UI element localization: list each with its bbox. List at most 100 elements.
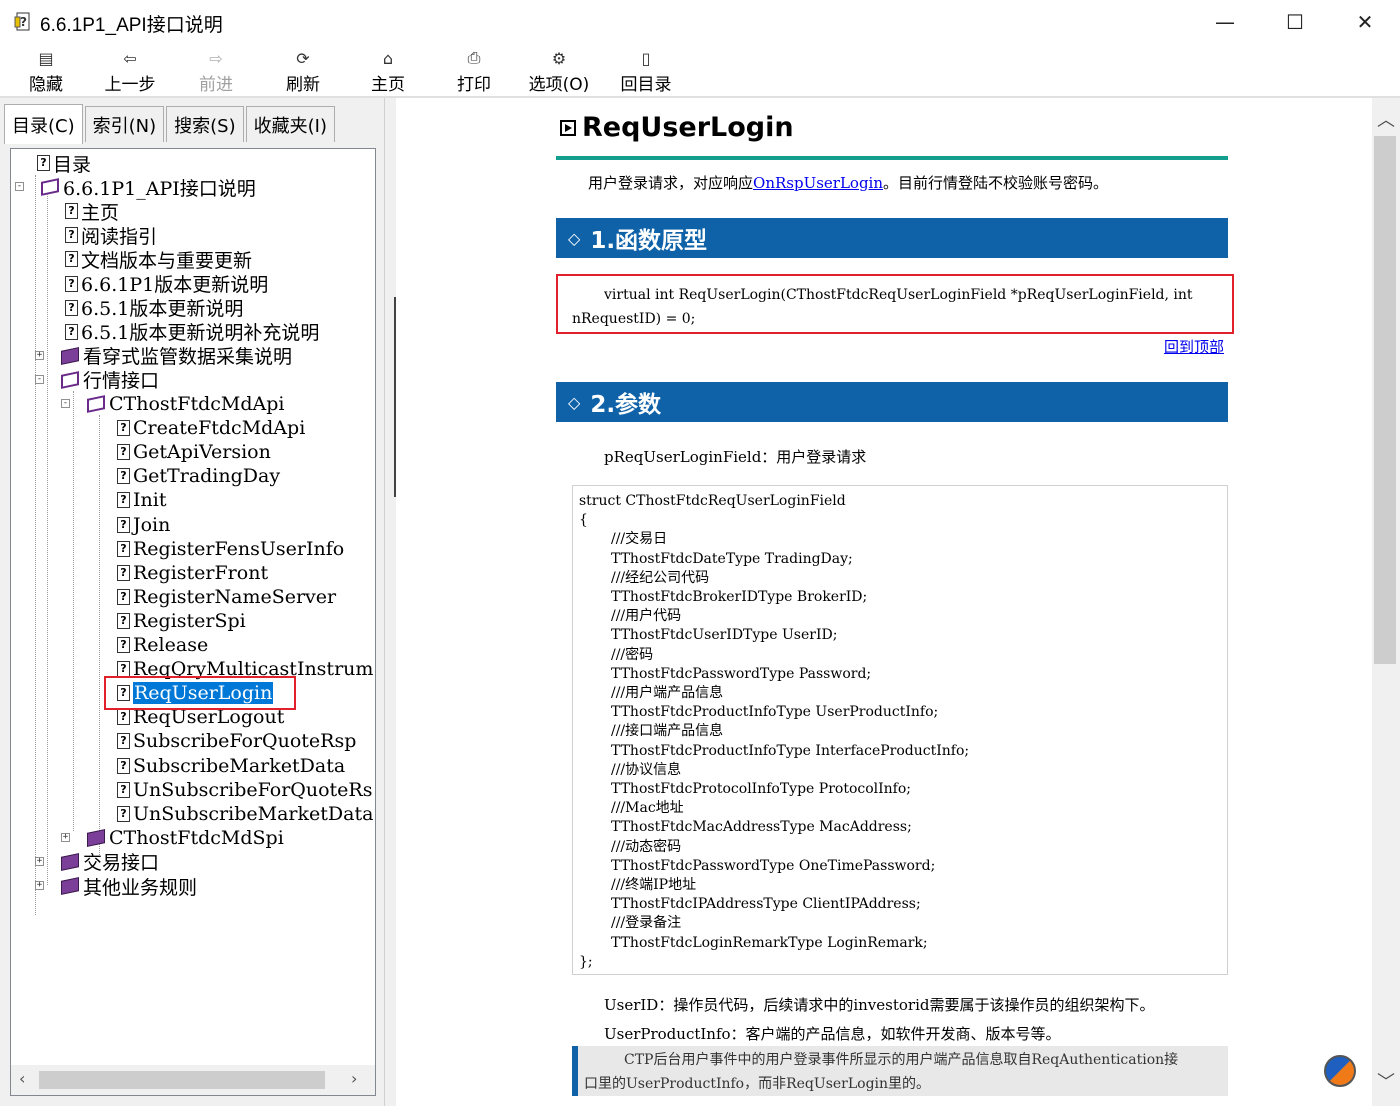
tree-item[interactable]: ? 文档版本与重要更新 [65, 247, 252, 272]
tree-item[interactable]: 看穿式监管数据采集说明 [61, 344, 292, 368]
topic-expand-icon [560, 119, 576, 136]
hide-button[interactable]: ▤ 隐藏 [26, 48, 66, 96]
collapse-icon[interactable]: - [35, 374, 44, 384]
minimize-button[interactable]: — [1190, 0, 1260, 44]
options-button[interactable]: ⚙ 选项(O) [526, 48, 592, 96]
options-icon: ⚙ [551, 48, 567, 68]
expand-icon[interactable]: + [35, 881, 44, 890]
tree-item[interactable]: ? 6.5.1版本更新说明 [65, 296, 243, 320]
help-page-icon: ? [65, 251, 78, 268]
book-open-icon [61, 370, 79, 389]
tree-item-label: UnSubscribeMarketData [133, 802, 373, 825]
note-block: CTP后台用户事件中的用户登录事件所显示的用户端产品信息取自ReqAuthent… [572, 1046, 1228, 1096]
tree-item[interactable]: ? 主页 [65, 199, 119, 224]
tree-item[interactable]: ? CreateFtdcMdApi [117, 416, 305, 440]
tree-item[interactable]: ? RegisterFensUserInfo [117, 537, 344, 561]
tree-view[interactable]: ? 目录 -6.6.1P1_API接口说明? 主页? 阅读指引? 文档版本与重要更新? 6.… [11, 149, 373, 1063]
window-title: 6.6.1P1_API接口说明 [40, 15, 223, 36]
tab-favorites[interactable]: 收藏夹(I) [245, 106, 335, 142]
scroll-down-icon[interactable]: ﹀ [1377, 1068, 1395, 1094]
tree-item[interactable]: ? GetApiVersion [117, 440, 271, 464]
tree-item-label: SubscribeMarketData [133, 754, 346, 777]
expand-icon[interactable]: + [35, 350, 44, 360]
tree-item[interactable]: ? RegisterSpi [117, 609, 246, 633]
tree-connector [99, 415, 100, 855]
tree-item[interactable]: ? UnSubscribeForQuoteRsp [117, 778, 373, 802]
forward-button[interactable]: ⇨ 前进 [196, 48, 236, 96]
pane-splitter[interactable] [384, 98, 396, 1106]
code-line: ///交易日 [611, 531, 668, 548]
scroll-right-icon[interactable]: › [351, 1069, 357, 1088]
collapse-icon[interactable]: - [15, 182, 24, 192]
userproductinfo-description: UserProductInfo：客户端的产品信息，如软件开发商、版本号等。 [604, 1025, 1061, 1043]
maximize-button[interactable]: ☐ [1260, 0, 1330, 44]
code-line: ///协议信息 [611, 761, 682, 778]
tree-item[interactable]: 其他业务规则 [61, 874, 197, 899]
tray-app-icon[interactable] [1324, 1055, 1356, 1087]
tree-item[interactable]: ? Join [117, 513, 170, 537]
tree-item[interactable]: CThostFtdcMdSpi [87, 826, 284, 850]
tree-item-label: RegisterNameServer [133, 585, 337, 608]
tree-item[interactable]: ? Release [117, 633, 208, 657]
home-button[interactable]: ⌂ 主页 [368, 48, 408, 96]
tree-connector [35, 175, 36, 915]
tree-item[interactable]: ? 6.5.1版本更新说明补充说明 [65, 320, 319, 344]
diamond-icon: ◇ [568, 228, 581, 248]
tree-item[interactable]: ? UnSubscribeMarketData [117, 802, 373, 826]
tree-item[interactable]: ? 阅读指引 [65, 223, 157, 248]
tree-item[interactable]: 行情接口 [61, 368, 159, 392]
tab-index[interactable]: 索引(N) [84, 106, 165, 142]
help-page-icon: ? [117, 805, 130, 822]
close-icon: ✕ [1356, 10, 1374, 34]
refresh-button[interactable]: ⟳ 刷新 [283, 48, 323, 96]
tree-item-label: CreateFtdcMdApi [133, 417, 306, 440]
scroll-thumb[interactable] [1374, 136, 1396, 664]
help-page-icon: ? [117, 420, 130, 437]
code-line: ///密码 [611, 646, 654, 663]
back-button[interactable]: ⇦ 上一步 [102, 48, 158, 96]
tree-item[interactable]: ? SubscribeMarketData [117, 754, 345, 778]
scroll-left-icon[interactable]: ‹ [19, 1069, 25, 1088]
code-line: TThostFtdcPasswordType Password; [611, 665, 872, 682]
struct-code-block: struct CThostFtdcReqUserLoginField {///交易… [572, 485, 1228, 975]
toc-return-button[interactable]: ▯ 回目录 [618, 48, 674, 96]
code-line: TThostFtdcProductInfoType UserProductInf… [611, 704, 939, 721]
tree-item-api-doc[interactable]: 6.6.1P1_API接口说明 [41, 175, 256, 200]
collapse-icon[interactable]: - [61, 399, 70, 408]
tree-item[interactable]: CThostFtdcMdApi [87, 392, 284, 416]
home-icon: ⌂ [382, 48, 394, 68]
tree-item[interactable]: ? RegisterNameServer [117, 585, 336, 609]
tree-item-label: RegisterSpi [133, 609, 246, 632]
book-closed-icon [61, 852, 79, 871]
intro-text: 用户登录请求，对应响应OnRspUserLogin。目前行情登陆不校验账号密码。 [588, 174, 1109, 192]
expand-icon[interactable]: + [35, 856, 44, 866]
tree-connector [47, 187, 48, 885]
print-button[interactable]: ⎙ 打印 [454, 48, 494, 96]
tree-item[interactable]: ? RegisterFront [117, 561, 268, 585]
printer-icon: ⎙ [467, 48, 481, 67]
code-line: TThostFtdcMacAddressType MacAddress; [611, 819, 912, 836]
tree-item-contents[interactable]: ? 目录 [37, 151, 91, 176]
tree-item[interactable]: 交易接口 [61, 850, 159, 874]
expand-icon[interactable]: + [61, 832, 70, 842]
onrspuserlogin-link[interactable]: OnRspUserLogin [753, 174, 883, 192]
tree-item-label: UnSubscribeForQuoteRsp [133, 778, 373, 801]
close-button[interactable]: ✕ [1330, 0, 1400, 44]
tree-item[interactable]: ? SubscribeForQuoteRsp [117, 729, 356, 753]
tree-item[interactable]: ? 6.6.1P1版本更新说明 [65, 272, 268, 296]
help-page-icon: ? [117, 757, 130, 774]
code-line: TThostFtdcUserIDType UserID; [611, 627, 838, 644]
vertical-scrollbar[interactable]: ︿ ﹀ [1372, 98, 1400, 1106]
book-open-icon [41, 178, 59, 197]
horizontal-scrollbar[interactable]: ‹ › [11, 1065, 375, 1095]
tree-item-label: 6.6.1P1版本更新说明 [81, 274, 269, 296]
tab-search[interactable]: 搜索(S) [166, 106, 244, 142]
scroll-up-icon[interactable]: ︿ [1377, 106, 1395, 132]
tree-item[interactable]: ? GetTradingDay [117, 464, 280, 488]
scroll-thumb[interactable] [39, 1071, 325, 1089]
back-to-top-link[interactable]: 回到顶部 [1164, 336, 1224, 357]
code-line: }; [579, 953, 593, 970]
code-line: TThostFtdcBrokerIDType BrokerID; [611, 589, 868, 606]
tree-item[interactable]: ? Init [117, 488, 166, 512]
tab-contents[interactable]: 目录(C) [4, 104, 83, 144]
